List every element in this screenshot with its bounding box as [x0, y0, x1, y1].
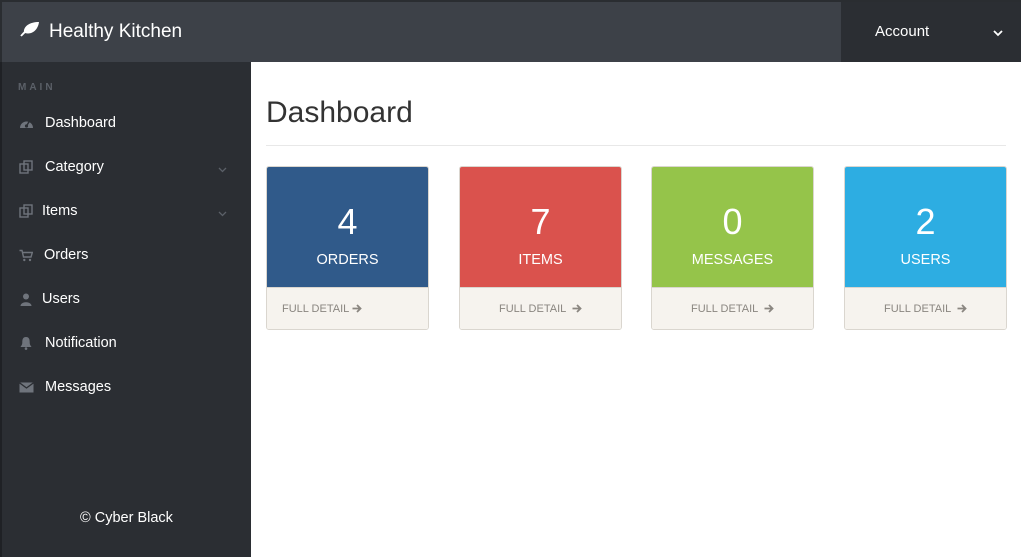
sidebar-item-users[interactable]: Users [2, 277, 251, 321]
sidebar-section-label: MAIN [18, 82, 56, 93]
stat-card-items: 7 ITEMS FULL DETAIL [459, 166, 622, 330]
full-detail-link[interactable]: FULL DETAIL [652, 287, 813, 329]
stat-label: ITEMS [518, 252, 563, 268]
stat-count: 7 [530, 201, 551, 242]
stat-card-users: 2 USERS FULL DETAIL [844, 166, 1007, 330]
account-dropdown[interactable]: Account [841, 2, 1021, 62]
sidebar-item-orders[interactable]: Orders [2, 233, 251, 277]
chevron-down-icon [218, 161, 227, 177]
sidebar-footer: © Cyber Black [80, 510, 173, 526]
arrow-right-icon [957, 304, 968, 313]
user-icon [18, 291, 34, 307]
leaf-icon [20, 21, 49, 43]
stat-card-orders: 4 ORDERS FULL DETAIL [266, 166, 429, 330]
stat-card-header: 2 USERS [845, 167, 1006, 287]
stat-label: ORDERS [316, 252, 379, 268]
stat-count: 0 [722, 201, 743, 242]
sidebar-item-messages[interactable]: Messages [2, 365, 251, 409]
stat-card-header: 4 ORDERS [267, 167, 428, 287]
full-detail-label: FULL DETAIL [884, 302, 952, 315]
brand-link[interactable]: Healthy Kitchen [20, 2, 182, 62]
sidebar-item-notification[interactable]: Notification [2, 321, 251, 365]
title-divider [266, 145, 1006, 146]
arrow-right-icon [352, 304, 363, 313]
chevron-down-icon [218, 205, 227, 221]
account-label: Account [875, 23, 930, 40]
dashboard-icon [18, 115, 34, 131]
copy-icon [18, 159, 34, 175]
sidebar-item-label: Items [42, 203, 78, 219]
sidebar-item-dashboard[interactable]: Dashboard [2, 101, 251, 145]
main-content: Dashboard 4 ORDERS FULL DETAIL 7 ITEMS F… [251, 62, 1021, 557]
arrow-right-icon [764, 304, 775, 313]
sidebar-item-label: Dashboard [45, 115, 116, 131]
cart-icon [18, 247, 34, 263]
top-navbar: Healthy Kitchen Account [0, 0, 1021, 62]
full-detail-label: FULL DETAIL [691, 302, 759, 315]
sidebar-item-label: Notification [45, 335, 117, 351]
copy-icon [18, 203, 34, 219]
stat-label: MESSAGES [691, 252, 774, 268]
sidebar-item-label: Category [45, 159, 104, 175]
stat-label: USERS [900, 252, 951, 268]
stat-card-header: 7 ITEMS [460, 167, 621, 287]
stat-count: 2 [915, 201, 936, 242]
full-detail-link[interactable]: FULL DETAIL [267, 287, 428, 329]
envelope-icon [18, 379, 34, 395]
sidebar-item-items[interactable]: Items [2, 189, 251, 233]
stat-count: 4 [337, 201, 358, 242]
stat-card-messages: 0 MESSAGES FULL DETAIL [651, 166, 814, 330]
full-detail-label: FULL DETAIL [282, 302, 350, 315]
full-detail-link[interactable]: FULL DETAIL [460, 287, 621, 329]
sidebar-item-label: Orders [44, 247, 89, 263]
page-title: Dashboard [266, 96, 413, 129]
bell-icon [18, 335, 34, 351]
chevron-down-icon [993, 24, 1003, 41]
sidebar-item-label: Messages [45, 379, 112, 395]
stat-card-header: 0 MESSAGES [652, 167, 813, 287]
full-detail-link[interactable]: FULL DETAIL [845, 287, 1006, 329]
full-detail-label: FULL DETAIL [499, 302, 567, 315]
sidebar: MAIN Dashboard Category Items Orders Use… [0, 62, 251, 557]
brand-name: Healthy Kitchen [49, 21, 183, 42]
sidebar-item-category[interactable]: Category [2, 145, 251, 189]
arrow-right-icon [572, 304, 583, 313]
sidebar-item-label: Users [42, 291, 80, 307]
